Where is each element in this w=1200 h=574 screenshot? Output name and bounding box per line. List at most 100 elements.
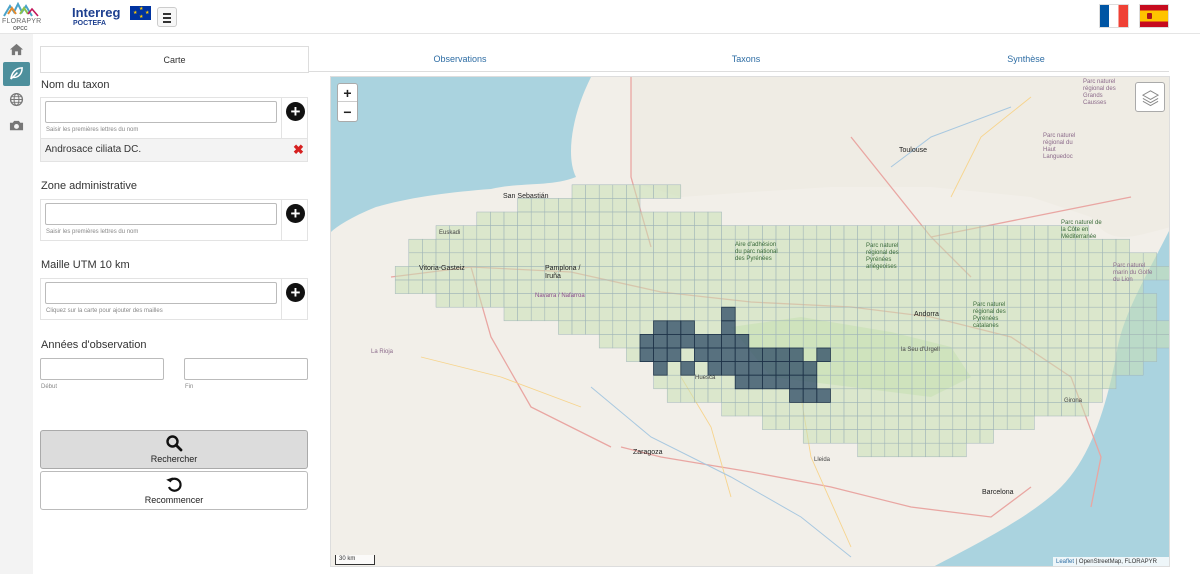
grid-cell[interactable] [979, 252, 994, 267]
grid-cell[interactable] [612, 238, 627, 254]
grid-cell[interactable] [694, 225, 709, 240]
grid-cell[interactable] [544, 238, 559, 254]
grid-cell[interactable] [925, 388, 940, 403]
grid-cell[interactable] [1034, 388, 1049, 403]
grid-cell[interactable] [476, 225, 491, 240]
grid-cell[interactable] [952, 429, 967, 444]
grid-cell[interactable] [911, 361, 926, 376]
grid-cell[interactable] [707, 266, 722, 281]
grid-cell[interactable] [1034, 361, 1049, 376]
grid-cell[interactable] [1047, 279, 1062, 294]
selected-grid-cell[interactable] [721, 347, 736, 363]
grid-cell[interactable] [762, 225, 777, 240]
spanish-flag-button[interactable] [1139, 4, 1169, 28]
grid-cell[interactable] [952, 252, 967, 267]
selected-grid-cell[interactable] [707, 347, 723, 363]
grid-cell[interactable] [816, 225, 831, 240]
grid-cell[interactable] [1142, 293, 1158, 308]
grid-cell[interactable] [802, 320, 818, 335]
grid-cell[interactable] [830, 225, 845, 240]
grid-cell[interactable] [666, 388, 682, 403]
grid-cell[interactable] [938, 415, 954, 430]
grid-cell[interactable] [558, 279, 573, 294]
grid-cell[interactable] [966, 334, 981, 349]
grid-cell[interactable] [789, 402, 804, 417]
grid-cell[interactable] [966, 252, 981, 267]
grid-cell[interactable] [598, 225, 614, 240]
grid-cell[interactable] [680, 238, 695, 254]
grid-cell[interactable] [503, 279, 518, 294]
grid-cell[interactable] [993, 388, 1008, 403]
grid-cell[interactable] [1020, 415, 1035, 430]
grid-cell[interactable] [911, 429, 926, 444]
grid-cell[interactable] [789, 306, 804, 322]
grid-cell[interactable] [598, 252, 614, 267]
grid-cell[interactable] [884, 320, 899, 335]
grid-cell[interactable] [1020, 402, 1035, 417]
grid-cell[interactable] [925, 334, 940, 349]
grid-cell[interactable] [884, 347, 899, 362]
grid-cell[interactable] [571, 306, 586, 322]
selected-grid-cell[interactable] [734, 374, 750, 390]
grid-cell[interactable] [911, 293, 926, 308]
grid-cell[interactable] [898, 225, 913, 240]
grid-cell[interactable] [1061, 334, 1076, 349]
grid-cell[interactable] [1074, 402, 1090, 417]
grid-cell[interactable] [530, 306, 546, 322]
grid-cell[interactable] [775, 293, 790, 308]
grid-cell[interactable] [925, 361, 940, 376]
grid-cell[interactable] [626, 198, 641, 213]
grid-cell[interactable] [1020, 225, 1035, 240]
grid-cell[interactable] [639, 211, 654, 226]
grid-cell[interactable] [748, 388, 763, 403]
grid-cell[interactable] [1034, 374, 1049, 390]
grid-cell[interactable] [857, 402, 872, 417]
grid-cell[interactable] [1006, 374, 1022, 390]
grid-cell[interactable] [1115, 306, 1130, 322]
grid-cell[interactable] [1047, 374, 1062, 390]
grid-cell[interactable] [816, 429, 831, 444]
grid-cell[interactable] [653, 306, 668, 322]
grid-cell[interactable] [857, 442, 872, 458]
grid-cell[interactable] [789, 238, 804, 254]
grid-cell[interactable] [653, 293, 668, 308]
grid-cell[interactable] [938, 388, 954, 403]
grid-cell[interactable] [1115, 361, 1130, 376]
grid-cell[interactable] [462, 293, 478, 308]
grid-cell[interactable] [911, 402, 926, 417]
grid-cell[interactable] [612, 198, 627, 213]
grid-cell[interactable] [1047, 266, 1062, 281]
selected-grid-cell[interactable] [734, 347, 750, 363]
grid-cell[interactable] [734, 402, 750, 417]
grid-cell[interactable] [1088, 279, 1103, 294]
selected-grid-cell[interactable] [789, 388, 804, 403]
grid-cell[interactable] [938, 252, 954, 267]
grid-cell[interactable] [1061, 293, 1076, 308]
grid-cell[interactable] [517, 211, 532, 226]
grid-cell[interactable] [979, 402, 994, 417]
grid-cell[interactable] [1061, 402, 1076, 417]
grid-cell[interactable] [911, 415, 926, 430]
grid-cell[interactable] [585, 306, 600, 322]
grid-cell[interactable] [966, 347, 981, 362]
grid-cell[interactable] [694, 320, 709, 335]
grid-cell[interactable] [680, 266, 695, 281]
grid-cell[interactable] [925, 320, 940, 335]
grid-cell[interactable] [694, 238, 709, 254]
grid-cell[interactable] [666, 374, 682, 390]
grid-cell[interactable] [870, 293, 886, 308]
grid-cell[interactable] [1088, 252, 1103, 267]
grid-cell[interactable] [870, 442, 886, 458]
grid-cell[interactable] [503, 266, 518, 281]
grid-cell[interactable] [1156, 334, 1170, 349]
grid-cell[interactable] [680, 252, 695, 267]
grid-cell[interactable] [707, 293, 722, 308]
grid-cell[interactable] [884, 402, 899, 417]
grid-cell[interactable] [870, 225, 886, 240]
grid-cell[interactable] [925, 374, 940, 390]
grid-cell[interactable] [694, 279, 709, 294]
grid-cell[interactable] [843, 415, 858, 430]
grid-cell[interactable] [938, 306, 954, 322]
grid-cell[interactable] [544, 306, 559, 322]
grid-cell[interactable] [830, 402, 845, 417]
